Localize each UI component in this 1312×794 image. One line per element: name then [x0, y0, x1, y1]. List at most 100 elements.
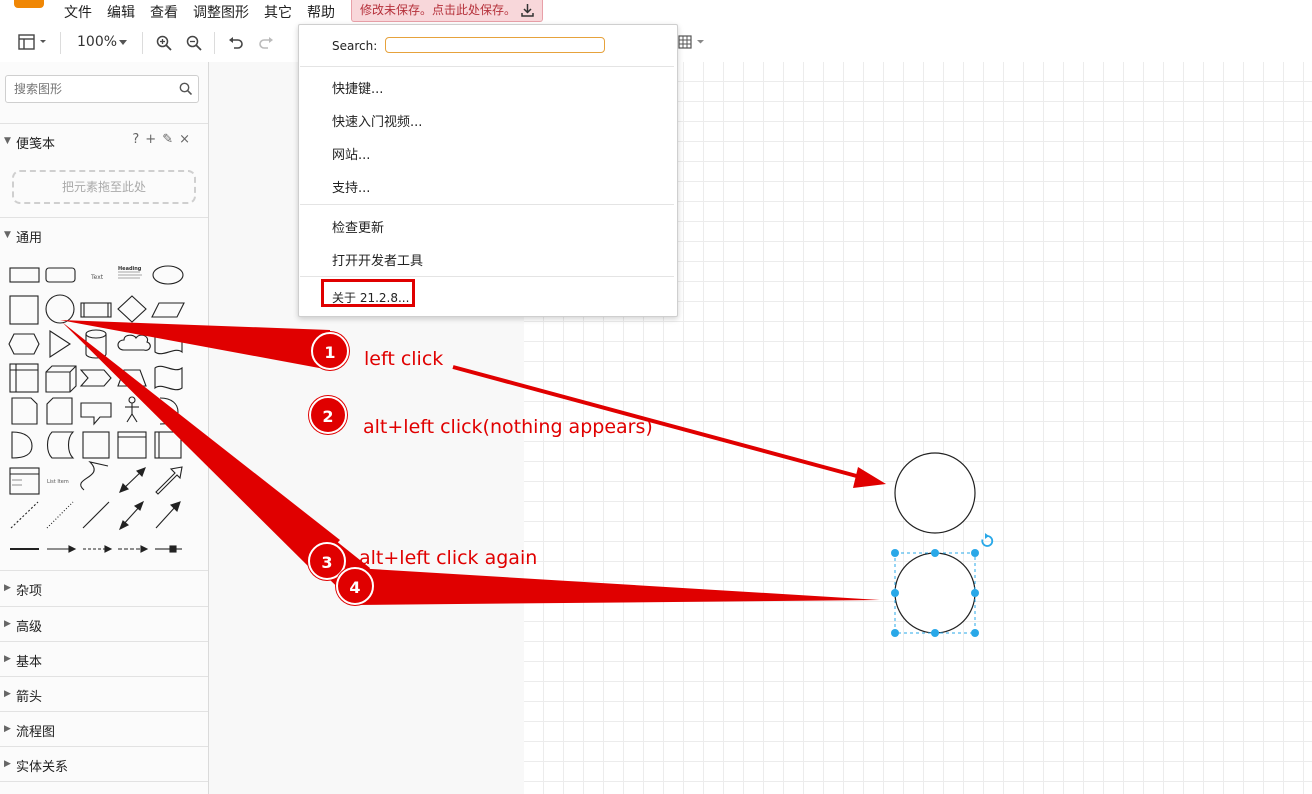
- shape-step: [79, 369, 112, 387]
- section-title[interactable]: 流程图: [16, 721, 55, 740]
- shape-parallelogram: [151, 302, 185, 318]
- shape-note: [11, 397, 38, 425]
- shape-bidirectional-connector: [118, 500, 145, 531]
- shape-dotted-line: [46, 501, 74, 529]
- general-shapes-palette: Text Heading List Item: [8, 265, 185, 553]
- shape-card: [46, 397, 73, 425]
- shape-heading: [118, 271, 142, 279]
- unsaved-notice[interactable]: 修改未保存。点击此处保存。: [351, 0, 543, 22]
- edit-icon[interactable]: ✎: [162, 132, 179, 147]
- search-icon[interactable]: [179, 82, 192, 95]
- menu-divider: [300, 276, 674, 277]
- section-flowchart: ▶ 流程图: [0, 711, 208, 746]
- menu-divider: [300, 204, 674, 205]
- section-title[interactable]: 通用: [16, 227, 42, 246]
- shape-tape: [154, 365, 183, 391]
- section-entity-relation: ▶ 实体关系: [0, 746, 208, 781]
- shape-search-input[interactable]: [12, 76, 176, 102]
- help-menu-dropdown: Search: 快捷键... 快速入门视频... 网站... 支持... 检查更…: [298, 24, 678, 317]
- zoom-level[interactable]: 100%: [77, 34, 117, 50]
- menu-item-website[interactable]: 网站...: [332, 144, 370, 163]
- expand-arrow-icon[interactable]: ▶: [4, 619, 11, 629]
- section-advanced: ▶ 高级: [0, 606, 208, 641]
- menu-item-quickstart-video[interactable]: 快速入门视频...: [332, 111, 422, 130]
- section-title[interactable]: 实体关系: [16, 756, 68, 775]
- shape-internal-storage: [9, 363, 39, 393]
- scratchpad-dropzone[interactable]: 把元素拖至此处: [12, 170, 196, 204]
- expand-arrow-icon[interactable]: ▶: [4, 654, 11, 664]
- menu-extras[interactable]: 其它: [264, 2, 292, 22]
- shape-cloud: [117, 334, 151, 351]
- menu-view[interactable]: 查看: [150, 2, 178, 22]
- toolbar-separator: [60, 32, 61, 54]
- zoom-in-icon[interactable]: [156, 35, 172, 51]
- step-badge-2: 2: [309, 396, 347, 434]
- format-panel-icon[interactable]: [18, 34, 48, 50]
- redo-icon[interactable]: [258, 37, 274, 49]
- step-2-text: alt+left click(nothing appears): [363, 416, 653, 438]
- shape-connector-dashed-2: [118, 545, 149, 553]
- shape-square-2: [82, 431, 110, 459]
- section-title[interactable]: 杂项: [16, 580, 42, 599]
- expand-arrow-icon[interactable]: ▶: [4, 689, 11, 699]
- shape-rectangle: [9, 267, 40, 283]
- expand-arrow-icon[interactable]: ▶: [4, 724, 11, 734]
- grid-icon[interactable]: [678, 35, 708, 49]
- chevron-down-icon[interactable]: [118, 40, 128, 46]
- section-basic: ▶ 基本: [0, 641, 208, 676]
- shape-actor: [125, 396, 139, 423]
- toolbar-separator: [214, 32, 215, 54]
- shape-connector-dashed: [83, 545, 113, 553]
- shape-container: [154, 431, 182, 459]
- section-arrows: ▶ 箭头: [0, 676, 208, 711]
- expand-arrow-icon[interactable]: ▶: [4, 759, 11, 769]
- collapse-arrow-icon[interactable]: ▼: [4, 136, 11, 146]
- shape-arrow: [155, 466, 183, 495]
- menu-item-check-updates[interactable]: 检查更新: [332, 217, 384, 236]
- shape-connector-label: [47, 545, 77, 553]
- shape-list: [9, 467, 40, 495]
- section-title[interactable]: 基本: [16, 651, 42, 670]
- menu-file[interactable]: 文件: [64, 2, 92, 22]
- shape-callout: [80, 402, 112, 426]
- shape-dashed-line: [10, 501, 39, 529]
- shape-rounded-rectangle: [45, 267, 76, 283]
- section-title[interactable]: 箭头: [16, 686, 42, 705]
- shape-trapezoid: [117, 369, 147, 387]
- menu-item-shortcuts[interactable]: 快捷键...: [332, 78, 383, 97]
- undo-icon[interactable]: [228, 37, 244, 49]
- shape-text: Text: [90, 274, 104, 281]
- shape-connector-block: [155, 545, 182, 553]
- shape-diamond: [117, 295, 147, 323]
- menu-arrange[interactable]: 调整图形: [193, 2, 249, 22]
- menu-help[interactable]: 帮助: [307, 2, 335, 22]
- step-badge-1: 1: [311, 332, 349, 370]
- menu-item-dev-tools[interactable]: 打开开发者工具: [332, 250, 423, 269]
- shape-line: [82, 501, 110, 529]
- shape-list-item: List Item: [47, 479, 69, 485]
- add-icon[interactable]: +: [145, 132, 162, 147]
- menu-item-support[interactable]: 支持...: [332, 177, 370, 196]
- menu-edit[interactable]: 编辑: [107, 2, 135, 22]
- menu-divider: [300, 66, 674, 67]
- shape-curve: [80, 461, 109, 491]
- section-title[interactable]: 便笺本: [16, 133, 55, 152]
- close-icon[interactable]: ×: [179, 132, 196, 147]
- step-1-text: left click: [364, 348, 444, 370]
- section-misc: ▶ 杂项: [0, 570, 208, 605]
- shape-data-storage: [46, 431, 75, 459]
- collapse-arrow-icon[interactable]: ▼: [4, 230, 11, 240]
- help-icon[interactable]: ?: [132, 132, 145, 147]
- download-icon: [521, 4, 534, 17]
- shape-ellipse: [152, 265, 184, 285]
- shape-square: [9, 295, 39, 325]
- section-title[interactable]: 高级: [16, 616, 42, 635]
- shape-or: [159, 397, 179, 425]
- help-search-input[interactable]: [385, 37, 605, 53]
- expand-arrow-icon[interactable]: ▶: [4, 583, 11, 593]
- shape-sidebar: ▼ 便笺本 ?+✎× 把元素拖至此处 ▼ 通用: [0, 62, 209, 794]
- app-logo: [14, 0, 44, 8]
- shape-triangle: [49, 329, 72, 359]
- shape-hexagon: [8, 333, 40, 355]
- zoom-out-icon[interactable]: [186, 35, 202, 51]
